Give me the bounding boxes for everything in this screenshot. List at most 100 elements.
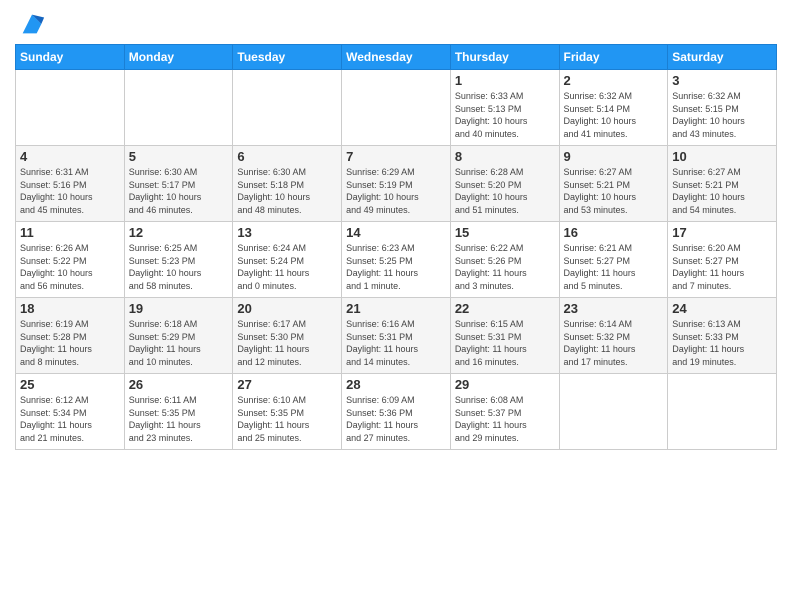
day-info: Sunrise: 6:13 AM Sunset: 5:33 PM Dayligh… [672, 318, 772, 368]
day-number: 23 [564, 301, 664, 316]
day-info: Sunrise: 6:24 AM Sunset: 5:24 PM Dayligh… [237, 242, 337, 292]
day-info: Sunrise: 6:11 AM Sunset: 5:35 PM Dayligh… [129, 394, 229, 444]
day-info: Sunrise: 6:16 AM Sunset: 5:31 PM Dayligh… [346, 318, 446, 368]
calendar-cell: 11 Sunrise: 6:26 AM Sunset: 5:22 PM Dayli… [16, 222, 125, 298]
day-number: 21 [346, 301, 446, 316]
calendar-cell: 23 Sunrise: 6:14 AM Sunset: 5:32 PM Dayli… [559, 298, 668, 374]
day-info: Sunrise: 6:25 AM Sunset: 5:23 PM Dayligh… [129, 242, 229, 292]
day-header-thursday: Thursday [450, 45, 559, 70]
calendar-header-row: SundayMondayTuesdayWednesdayThursdayFrid… [16, 45, 777, 70]
calendar-cell [342, 70, 451, 146]
calendar-cell: 20 Sunrise: 6:17 AM Sunset: 5:30 PM Dayli… [233, 298, 342, 374]
day-number: 9 [564, 149, 664, 164]
day-header-saturday: Saturday [668, 45, 777, 70]
day-info: Sunrise: 6:22 AM Sunset: 5:26 PM Dayligh… [455, 242, 555, 292]
day-number: 11 [20, 225, 120, 240]
week-row-0: 1 Sunrise: 6:33 AM Sunset: 5:13 PM Daylig… [16, 70, 777, 146]
day-number: 12 [129, 225, 229, 240]
calendar-cell: 14 Sunrise: 6:23 AM Sunset: 5:25 PM Dayli… [342, 222, 451, 298]
day-info: Sunrise: 6:15 AM Sunset: 5:31 PM Dayligh… [455, 318, 555, 368]
day-number: 14 [346, 225, 446, 240]
calendar-cell: 8 Sunrise: 6:28 AM Sunset: 5:20 PM Daylig… [450, 146, 559, 222]
calendar-cell: 2 Sunrise: 6:32 AM Sunset: 5:14 PM Daylig… [559, 70, 668, 146]
day-info: Sunrise: 6:14 AM Sunset: 5:32 PM Dayligh… [564, 318, 664, 368]
day-info: Sunrise: 6:17 AM Sunset: 5:30 PM Dayligh… [237, 318, 337, 368]
day-info: Sunrise: 6:12 AM Sunset: 5:34 PM Dayligh… [20, 394, 120, 444]
day-number: 24 [672, 301, 772, 316]
logo-icon [18, 10, 46, 38]
day-number: 8 [455, 149, 555, 164]
day-info: Sunrise: 6:32 AM Sunset: 5:14 PM Dayligh… [564, 90, 664, 140]
week-row-3: 18 Sunrise: 6:19 AM Sunset: 5:28 PM Dayli… [16, 298, 777, 374]
calendar-table: SundayMondayTuesdayWednesdayThursdayFrid… [15, 44, 777, 450]
day-info: Sunrise: 6:19 AM Sunset: 5:28 PM Dayligh… [20, 318, 120, 368]
calendar-cell: 29Sunrise: 6:08 AM Sunset: 5:37 PM Dayli… [450, 374, 559, 450]
calendar-cell: 24 Sunrise: 6:13 AM Sunset: 5:33 PM Dayli… [668, 298, 777, 374]
day-number: 4 [20, 149, 120, 164]
week-row-1: 4 Sunrise: 6:31 AM Sunset: 5:16 PM Daylig… [16, 146, 777, 222]
day-number: 10 [672, 149, 772, 164]
day-info: Sunrise: 6:28 AM Sunset: 5:20 PM Dayligh… [455, 166, 555, 216]
day-info: Sunrise: 6:23 AM Sunset: 5:25 PM Dayligh… [346, 242, 446, 292]
day-number: 17 [672, 225, 772, 240]
calendar-page: SundayMondayTuesdayWednesdayThursdayFrid… [0, 0, 792, 612]
day-number: 3 [672, 73, 772, 88]
day-number: 19 [129, 301, 229, 316]
calendar-cell: 13Sunrise: 6:24 AM Sunset: 5:24 PM Dayli… [233, 222, 342, 298]
day-number: 1 [455, 73, 555, 88]
day-info: Sunrise: 6:09 AM Sunset: 5:36 PM Dayligh… [346, 394, 446, 444]
day-number: 7 [346, 149, 446, 164]
day-info: Sunrise: 6:27 AM Sunset: 5:21 PM Dayligh… [564, 166, 664, 216]
week-row-4: 25Sunrise: 6:12 AM Sunset: 5:34 PM Dayli… [16, 374, 777, 450]
calendar-cell: 10 Sunrise: 6:27 AM Sunset: 5:21 PM Dayli… [668, 146, 777, 222]
calendar-cell: 18 Sunrise: 6:19 AM Sunset: 5:28 PM Dayli… [16, 298, 125, 374]
calendar-cell: 15 Sunrise: 6:22 AM Sunset: 5:26 PM Dayli… [450, 222, 559, 298]
day-info: Sunrise: 6:26 AM Sunset: 5:22 PM Dayligh… [20, 242, 120, 292]
day-number: 20 [237, 301, 337, 316]
day-number: 26 [129, 377, 229, 392]
day-info: Sunrise: 6:31 AM Sunset: 5:16 PM Dayligh… [20, 166, 120, 216]
day-info: Sunrise: 6:10 AM Sunset: 5:35 PM Dayligh… [237, 394, 337, 444]
day-number: 15 [455, 225, 555, 240]
calendar-cell: 21 Sunrise: 6:16 AM Sunset: 5:31 PM Dayli… [342, 298, 451, 374]
day-info: Sunrise: 6:33 AM Sunset: 5:13 PM Dayligh… [455, 90, 555, 140]
header [15, 10, 777, 38]
calendar-cell [233, 70, 342, 146]
day-info: Sunrise: 6:30 AM Sunset: 5:17 PM Dayligh… [129, 166, 229, 216]
day-info: Sunrise: 6:30 AM Sunset: 5:18 PM Dayligh… [237, 166, 337, 216]
day-number: 6 [237, 149, 337, 164]
day-number: 16 [564, 225, 664, 240]
day-number: 5 [129, 149, 229, 164]
calendar-cell: 9 Sunrise: 6:27 AM Sunset: 5:21 PM Daylig… [559, 146, 668, 222]
calendar-cell: 19 Sunrise: 6:18 AM Sunset: 5:29 PM Dayli… [124, 298, 233, 374]
calendar-cell: 4 Sunrise: 6:31 AM Sunset: 5:16 PM Daylig… [16, 146, 125, 222]
day-info: Sunrise: 6:32 AM Sunset: 5:15 PM Dayligh… [672, 90, 772, 140]
day-header-friday: Friday [559, 45, 668, 70]
calendar-cell: 7Sunrise: 6:29 AM Sunset: 5:19 PM Daylig… [342, 146, 451, 222]
day-info: Sunrise: 6:18 AM Sunset: 5:29 PM Dayligh… [129, 318, 229, 368]
calendar-cell: 6 Sunrise: 6:30 AM Sunset: 5:18 PM Daylig… [233, 146, 342, 222]
day-number: 2 [564, 73, 664, 88]
day-number: 28 [346, 377, 446, 392]
day-number: 18 [20, 301, 120, 316]
calendar-cell [124, 70, 233, 146]
calendar-cell [668, 374, 777, 450]
day-number: 27 [237, 377, 337, 392]
calendar-cell: 25Sunrise: 6:12 AM Sunset: 5:34 PM Dayli… [16, 374, 125, 450]
calendar-cell: 22Sunrise: 6:15 AM Sunset: 5:31 PM Dayli… [450, 298, 559, 374]
day-info: Sunrise: 6:27 AM Sunset: 5:21 PM Dayligh… [672, 166, 772, 216]
calendar-cell: 5 Sunrise: 6:30 AM Sunset: 5:17 PM Daylig… [124, 146, 233, 222]
day-info: Sunrise: 6:20 AM Sunset: 5:27 PM Dayligh… [672, 242, 772, 292]
calendar-cell [16, 70, 125, 146]
calendar-cell: 3 Sunrise: 6:32 AM Sunset: 5:15 PM Daylig… [668, 70, 777, 146]
day-info: Sunrise: 6:21 AM Sunset: 5:27 PM Dayligh… [564, 242, 664, 292]
day-header-wednesday: Wednesday [342, 45, 451, 70]
day-header-tuesday: Tuesday [233, 45, 342, 70]
day-header-sunday: Sunday [16, 45, 125, 70]
day-number: 29 [455, 377, 555, 392]
calendar-cell: 27 Sunrise: 6:10 AM Sunset: 5:35 PM Dayli… [233, 374, 342, 450]
calendar-cell: 1 Sunrise: 6:33 AM Sunset: 5:13 PM Daylig… [450, 70, 559, 146]
calendar-cell [559, 374, 668, 450]
calendar-cell: 26 Sunrise: 6:11 AM Sunset: 5:35 PM Dayli… [124, 374, 233, 450]
calendar-cell: 17 Sunrise: 6:20 AM Sunset: 5:27 PM Dayli… [668, 222, 777, 298]
